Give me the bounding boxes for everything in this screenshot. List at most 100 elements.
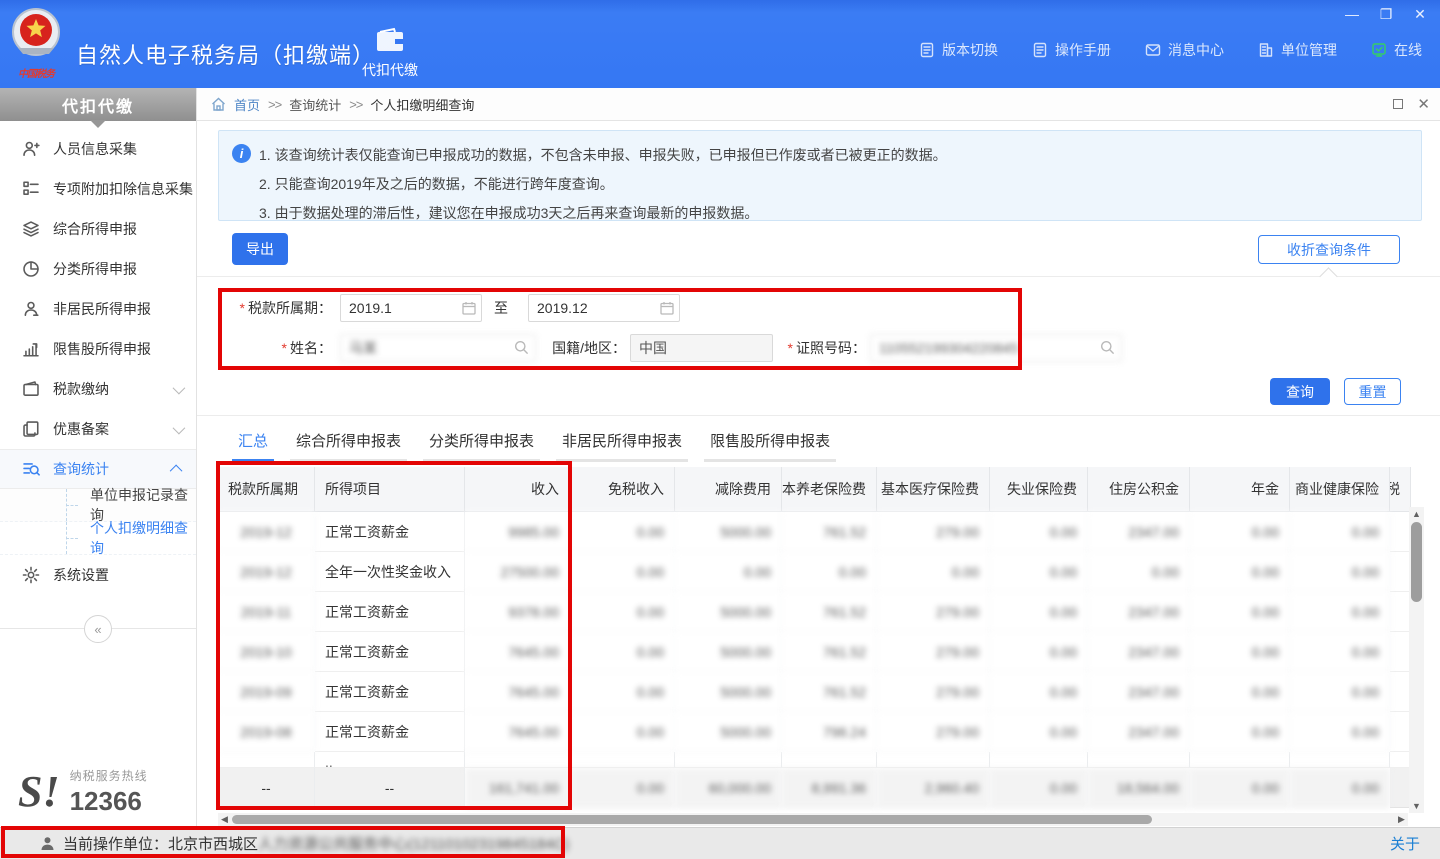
tab-综合所得申报表[interactable]: 综合所得申报表	[290, 424, 407, 462]
table-cell	[990, 752, 1088, 768]
scroll-left-icon[interactable]: ◀	[218, 813, 231, 826]
chevron-down-icon	[173, 421, 186, 434]
collapse-filter-button[interactable]: 收折查询条件	[1258, 235, 1400, 264]
table-cell: 0.00	[1290, 592, 1390, 632]
table-cell: 0.00	[1190, 512, 1290, 552]
table-cell: 2019-11	[218, 592, 315, 632]
sidebar-item[interactable]: 税款缴纳	[0, 369, 196, 409]
sidebar-item[interactable]: 非居民所得申报	[0, 289, 196, 329]
table-cell: 0.00	[782, 552, 877, 592]
table-cell: 0.00	[990, 768, 1088, 808]
breadcrumb-current: 个人扣缴明细查询	[370, 95, 474, 114]
period-from-input[interactable]	[340, 294, 482, 322]
close-icon[interactable]: ✕	[1408, 4, 1432, 24]
hotline: S! 纳税服务热线 12366	[0, 767, 197, 817]
person-icon	[22, 300, 40, 318]
sidebar-item[interactable]: 限售股所得申报	[0, 329, 196, 369]
sidebar-item-label: 查询统计	[53, 459, 160, 479]
sidebar-item[interactable]: 优惠备案	[0, 409, 196, 449]
person-add-icon	[22, 140, 40, 158]
hotline-logo: S!	[18, 770, 60, 814]
top-menu-item[interactable]: 单位管理	[1258, 40, 1337, 60]
period-to-input[interactable]	[528, 294, 680, 322]
reset-button[interactable]: 重置	[1344, 378, 1401, 405]
table-cell	[1088, 752, 1190, 768]
table-cell: 27500.00	[465, 552, 570, 592]
calendar-icon[interactable]	[660, 301, 674, 315]
name-input[interactable]	[340, 334, 536, 362]
minimize-icon[interactable]: —	[1340, 4, 1364, 24]
titlebar: — ❐ ✕ 中国税务 自然人电子税务局（扣缴端） 代扣代缴 版本切换操作手册消息…	[0, 0, 1440, 88]
table-cell: 0.00	[570, 552, 675, 592]
table-header-cell: 年金	[1190, 467, 1290, 512]
table-cell: 2019-09	[218, 672, 315, 712]
table-cell: 正常工资薪金	[315, 592, 465, 632]
table-cell: 5000.00	[675, 512, 782, 552]
sidebar-item[interactable]: 人员信息采集	[0, 129, 196, 169]
top-menu-item[interactable]: 版本切换	[919, 40, 998, 60]
hscroll-thumb[interactable]	[232, 815, 1152, 824]
sidebar-item[interactable]: 查询统计	[0, 449, 196, 489]
breadcrumb-home[interactable]: 首页	[234, 95, 260, 114]
table-header-cell: 税款所属期	[218, 467, 315, 512]
close-pane-icon[interactable]: ✕	[1417, 95, 1430, 113]
top-menu-label: 操作手册	[1055, 40, 1111, 60]
scroll-down-icon[interactable]: ▼	[1409, 799, 1424, 813]
table-cell: 2019-10	[218, 632, 315, 672]
table-cell: 2019-12	[218, 552, 315, 592]
about-link[interactable]: 关于	[1390, 833, 1420, 854]
home-icon[interactable]	[211, 97, 226, 111]
query-button[interactable]: 查询	[1270, 378, 1330, 405]
table-cell: 0.00	[1088, 552, 1190, 592]
sidebar-subitem[interactable]: 个人扣缴明细查询	[0, 522, 196, 555]
filter-panel-notch	[1319, 267, 1337, 285]
search-list-icon	[22, 460, 40, 478]
tab-限售股所得申报表[interactable]: 限售股所得申报表	[704, 424, 836, 462]
top-menu-item[interactable]: 操作手册	[1032, 40, 1111, 60]
restore-icon[interactable]: ❐	[1374, 4, 1398, 24]
table-header-cell: 商业健康保险	[1290, 467, 1390, 512]
doc-icon	[919, 42, 935, 58]
breadcrumb-item[interactable]: 查询统计	[289, 95, 341, 114]
sidebar-item-label: 综合所得申报	[53, 219, 182, 239]
pie-icon	[22, 260, 40, 278]
horizontal-scrollbar[interactable]: ◀ ▶	[218, 813, 1408, 826]
id-number-input[interactable]	[870, 334, 1122, 362]
search-icon[interactable]	[514, 340, 529, 355]
table-cell: 0.00	[1290, 712, 1390, 752]
table-row: ..	[218, 752, 1408, 768]
calendar-icon[interactable]	[462, 301, 476, 315]
scroll-up-icon[interactable]: ▲	[1409, 507, 1424, 521]
table-cell: 279.00	[877, 672, 990, 712]
sidebar-item[interactable]: 综合所得申报	[0, 209, 196, 249]
table-cell	[1390, 672, 1411, 712]
sidebar-item-label: 人员信息采集	[53, 139, 182, 159]
module-tab-label: 代扣代缴	[362, 60, 418, 80]
table-cell: 279.00	[877, 632, 990, 672]
tab-汇总[interactable]: 汇总	[232, 424, 274, 462]
table-cell: 5000.00	[675, 712, 782, 752]
collapse-sidebar-button[interactable]: «	[84, 615, 112, 643]
module-tab-daikoudaijiao[interactable]: 代扣代缴	[348, 18, 432, 88]
tab-非居民所得申报表[interactable]: 非居民所得申报表	[556, 424, 688, 462]
table-cell	[782, 752, 877, 768]
sidebar-item[interactable]: 系统设置	[0, 555, 196, 595]
period-label: *税款所属期：	[200, 294, 332, 322]
search-icon[interactable]	[1100, 340, 1115, 355]
top-menu-item[interactable]: 在线	[1371, 40, 1422, 60]
sidebar-item[interactable]: 专项附加扣除信息采集	[0, 169, 196, 209]
id-label: *证照号码：	[786, 334, 866, 362]
table-cell: 0.00	[990, 712, 1088, 752]
vscroll-thumb[interactable]	[1411, 522, 1422, 602]
table-cell: 0.00	[570, 592, 675, 632]
scroll-right-icon[interactable]: ▶	[1395, 813, 1408, 826]
tab-分类所得申报表[interactable]: 分类所得申报表	[423, 424, 540, 462]
sidebar-item-label: 非居民所得申报	[53, 299, 182, 319]
sidebar-item[interactable]: 分类所得申报	[0, 249, 196, 289]
restore-pane-icon[interactable]	[1393, 99, 1403, 109]
export-button[interactable]: 导出	[232, 233, 288, 265]
vertical-scrollbar[interactable]: ▲ ▼	[1409, 507, 1424, 813]
statusbar: 当前操作单位：北京市西城区 人力资源公共服务中心(121101023198451…	[0, 827, 1440, 859]
table-cell: 0.00	[1290, 632, 1390, 672]
top-menu-item[interactable]: 消息中心	[1145, 40, 1224, 60]
